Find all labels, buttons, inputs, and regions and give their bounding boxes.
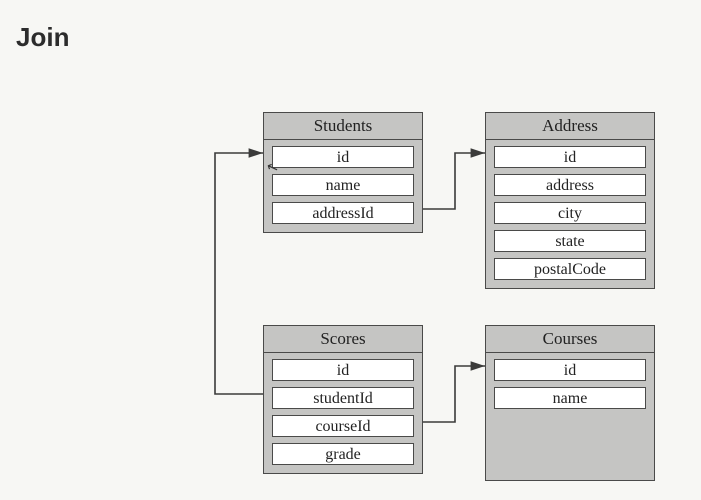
table-courses: Courses id name [485, 325, 655, 481]
field-address-city: city [494, 202, 646, 224]
field-address-postalcode: postalCode [494, 258, 646, 280]
field-scores-grade: grade [272, 443, 414, 465]
table-address-title: Address [486, 113, 654, 140]
page-title: Join [16, 22, 69, 53]
field-scores-courseid: courseId [272, 415, 414, 437]
table-scores: Scores id studentId courseId grade [263, 325, 423, 474]
table-students-title: Students [264, 113, 422, 140]
field-courses-name: name [494, 387, 646, 409]
field-address-address: address [494, 174, 646, 196]
field-courses-id: id [494, 359, 646, 381]
field-address-id: id [494, 146, 646, 168]
field-students-id: id [272, 146, 414, 168]
table-address: Address id address city state postalCode [485, 112, 655, 289]
field-scores-studentid: studentId [272, 387, 414, 409]
relation-students-address [423, 153, 485, 209]
relation-scores-courses [423, 366, 485, 422]
table-scores-title: Scores [264, 326, 422, 353]
field-students-addressid: addressId [272, 202, 414, 224]
relation-scores-students [215, 153, 263, 394]
field-address-state: state [494, 230, 646, 252]
field-students-name: name [272, 174, 414, 196]
table-students: Students id name addressId [263, 112, 423, 233]
table-courses-title: Courses [486, 326, 654, 353]
field-scores-id: id [272, 359, 414, 381]
